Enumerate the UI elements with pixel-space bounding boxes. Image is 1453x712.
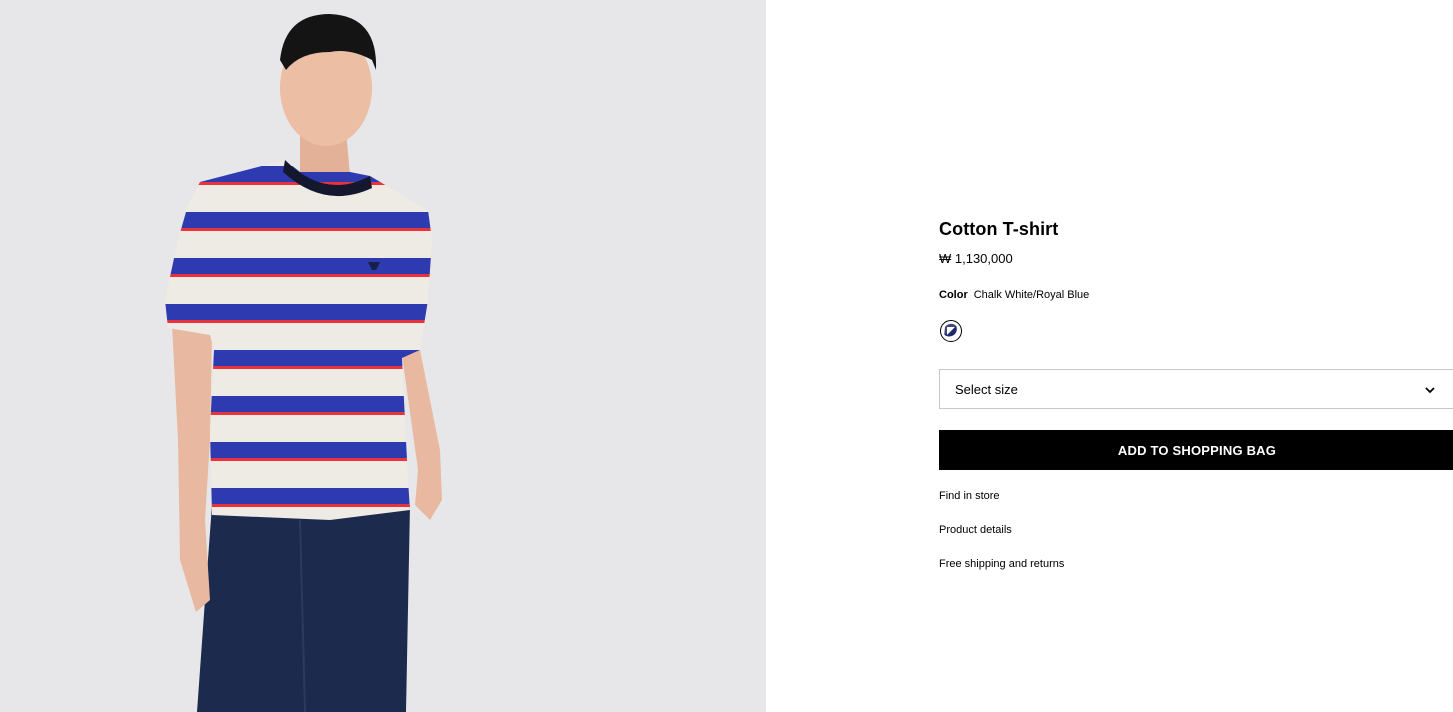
chevron-down-icon <box>1424 383 1436 401</box>
product-title: Cotton T-shirt <box>939 219 1059 239</box>
color-row: Color Chalk White/Royal Blue <box>939 289 1089 301</box>
model-photo <box>165 14 442 712</box>
find-in-store-link[interactable]: Find in store <box>939 490 1000 502</box>
shipping-returns-link[interactable]: Free shipping and returns <box>939 558 1064 570</box>
size-select[interactable]: Select size <box>939 369 1453 409</box>
size-select-placeholder: Select size <box>955 382 1018 397</box>
product-price: ₩ 1,130,000 <box>939 251 1013 266</box>
color-label: Color <box>939 289 968 301</box>
product-image <box>0 0 766 712</box>
color-swatch-icon[interactable] <box>940 320 962 342</box>
product-details-link[interactable]: Product details <box>939 524 1012 536</box>
color-value: Chalk White/Royal Blue <box>973 289 1090 301</box>
product-info-panel: Cotton T-shirt ₩ 1,130,000 Color Chalk Wh… <box>939 0 1453 712</box>
add-to-shopping-bag-button[interactable]: ADD TO SHOPPING BAG <box>939 430 1453 470</box>
